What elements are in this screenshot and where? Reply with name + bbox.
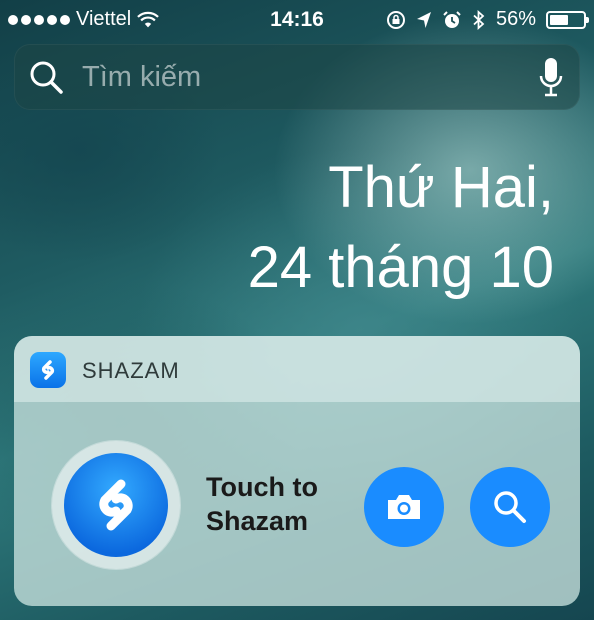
touch-to-shazam-button[interactable] [52,441,180,569]
shazam-app-icon [30,352,66,388]
search-input[interactable]: Tìm kiếm [82,61,201,94]
search-icon [30,61,63,94]
shazam-logo-icon [99,479,133,531]
shazam-widget: SHAZAM Touch to Shazam [14,336,580,606]
camera-button[interactable] [364,467,444,547]
touch-label-line1: Touch to [206,472,318,502]
alarm-icon [443,10,461,28]
battery-icon [546,10,589,29]
battery-percent: 56% [495,8,536,30]
search-icon [494,491,526,523]
status-bar: Viettel 14:16 56% [0,0,594,38]
rotation-lock-icon [386,10,405,29]
location-icon [416,11,431,28]
search-bar[interactable]: Tìm kiếm [14,44,580,110]
touch-label-line2: Shazam [206,506,309,536]
touch-to-shazam-label[interactable]: Touch to Shazam [206,470,356,538]
search-music-button[interactable] [470,467,550,547]
shazam-logo-icon [41,360,55,380]
widget-header[interactable]: SHAZAM [14,336,580,402]
microphone-icon[interactable] [538,56,564,98]
battery-fill [550,14,568,25]
widget-title: SHAZAM [82,358,180,383]
date-display: Thứ Hai, 24 tháng 10 [248,148,554,308]
day-month: 24 tháng 10 [247,235,554,300]
camera-icon [388,495,420,519]
bluetooth-icon [473,9,485,30]
status-right: 56% [386,8,589,31]
weekday: Thứ Hai, [328,155,554,220]
shazam-button-inner [64,453,168,557]
